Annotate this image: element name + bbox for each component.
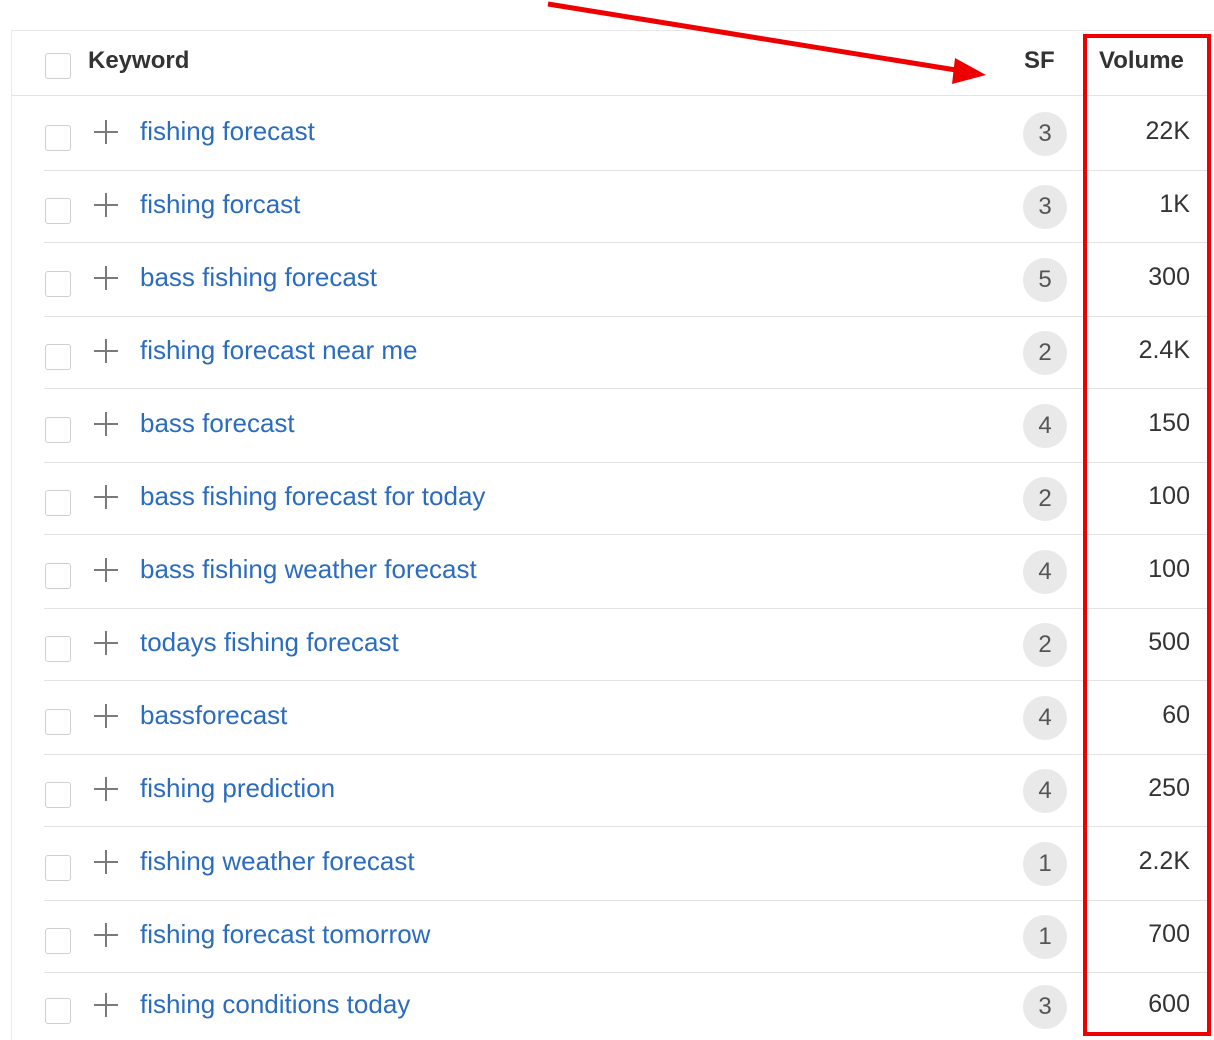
plus-icon[interactable] bbox=[94, 704, 118, 728]
table-row: fishing forcast 3 1K bbox=[44, 171, 1207, 243]
keyword-link[interactable]: fishing forcast bbox=[140, 189, 300, 220]
row-checkbox[interactable] bbox=[45, 636, 71, 662]
keyword-table-page: Keyword SF Volume fishing forecast 3 22K fi… bbox=[0, 0, 1214, 1040]
sf-badge[interactable]: 5 bbox=[1023, 258, 1067, 302]
plus-icon[interactable] bbox=[94, 412, 118, 436]
plus-icon[interactable] bbox=[94, 993, 118, 1017]
row-checkbox[interactable] bbox=[45, 855, 71, 881]
sf-badge[interactable]: 4 bbox=[1023, 550, 1067, 594]
row-checkbox[interactable] bbox=[45, 998, 71, 1024]
keyword-link[interactable]: fishing conditions today bbox=[140, 989, 410, 1020]
plus-icon[interactable] bbox=[94, 266, 118, 290]
keyword-link[interactable]: bass fishing forecast for today bbox=[140, 481, 485, 512]
table-row: bassforecast 4 60 bbox=[44, 681, 1207, 755]
plus-icon[interactable] bbox=[94, 193, 118, 217]
keyword-link[interactable]: bass fishing forecast bbox=[140, 262, 377, 293]
plus-icon[interactable] bbox=[94, 777, 118, 801]
plus-icon[interactable] bbox=[94, 339, 118, 363]
row-checkbox[interactable] bbox=[45, 344, 71, 370]
sf-badge[interactable]: 3 bbox=[1023, 185, 1067, 229]
plus-icon[interactable] bbox=[94, 631, 118, 655]
row-checkbox[interactable] bbox=[45, 709, 71, 735]
table-row: fishing prediction 4 250 bbox=[44, 755, 1207, 827]
sf-badge[interactable]: 1 bbox=[1023, 842, 1067, 886]
row-checkbox[interactable] bbox=[45, 417, 71, 443]
table-row: fishing weather forecast 1 2.2K bbox=[44, 827, 1207, 901]
keyword-link[interactable]: bass forecast bbox=[140, 408, 295, 439]
volume-highlight-box bbox=[1083, 34, 1211, 1036]
keyword-link[interactable]: fishing weather forecast bbox=[140, 846, 415, 877]
keyword-link[interactable]: bass fishing weather forecast bbox=[140, 554, 477, 585]
keyword-link[interactable]: fishing prediction bbox=[140, 773, 335, 804]
sf-badge[interactable]: 2 bbox=[1023, 331, 1067, 375]
row-checkbox[interactable] bbox=[45, 928, 71, 954]
sf-badge[interactable]: 2 bbox=[1023, 623, 1067, 667]
red-arrow-icon bbox=[547, 1, 986, 84]
table-row: fishing forecast tomorrow 1 700 bbox=[44, 901, 1207, 973]
row-checkbox[interactable] bbox=[45, 271, 71, 297]
table-row: fishing conditions today 3 600 bbox=[44, 973, 1207, 1040]
keyword-link[interactable]: fishing forecast near me bbox=[140, 335, 417, 366]
sf-badge[interactable]: 1 bbox=[1023, 915, 1067, 959]
keyword-link[interactable]: bassforecast bbox=[140, 700, 287, 731]
sf-badge[interactable]: 2 bbox=[1023, 477, 1067, 521]
plus-icon[interactable] bbox=[94, 850, 118, 874]
plus-icon[interactable] bbox=[94, 923, 118, 947]
row-checkbox[interactable] bbox=[45, 782, 71, 808]
plus-icon[interactable] bbox=[94, 558, 118, 582]
table-row: todays fishing forecast 2 500 bbox=[44, 609, 1207, 681]
table-row: bass fishing forecast for today 2 100 bbox=[44, 463, 1207, 535]
sf-badge[interactable]: 3 bbox=[1023, 985, 1067, 1029]
row-checkbox[interactable] bbox=[45, 125, 71, 151]
row-checkbox[interactable] bbox=[45, 563, 71, 589]
plus-icon[interactable] bbox=[94, 120, 118, 144]
row-checkbox[interactable] bbox=[45, 490, 71, 516]
table-row: bass fishing forecast 5 300 bbox=[44, 243, 1207, 317]
sf-badge[interactable]: 4 bbox=[1023, 404, 1067, 448]
table-row: fishing forecast near me 2 2.4K bbox=[44, 317, 1207, 389]
keyword-link[interactable]: fishing forecast tomorrow bbox=[140, 919, 430, 950]
sf-badge[interactable]: 4 bbox=[1023, 769, 1067, 813]
sf-badge[interactable]: 4 bbox=[1023, 696, 1067, 740]
plus-icon[interactable] bbox=[94, 485, 118, 509]
keyword-link[interactable]: todays fishing forecast bbox=[140, 627, 399, 658]
row-checkbox[interactable] bbox=[45, 198, 71, 224]
keyword-link[interactable]: fishing forecast bbox=[140, 116, 315, 147]
table-row: bass forecast 4 150 bbox=[44, 389, 1207, 463]
table-row: bass fishing weather forecast 4 100 bbox=[44, 535, 1207, 609]
